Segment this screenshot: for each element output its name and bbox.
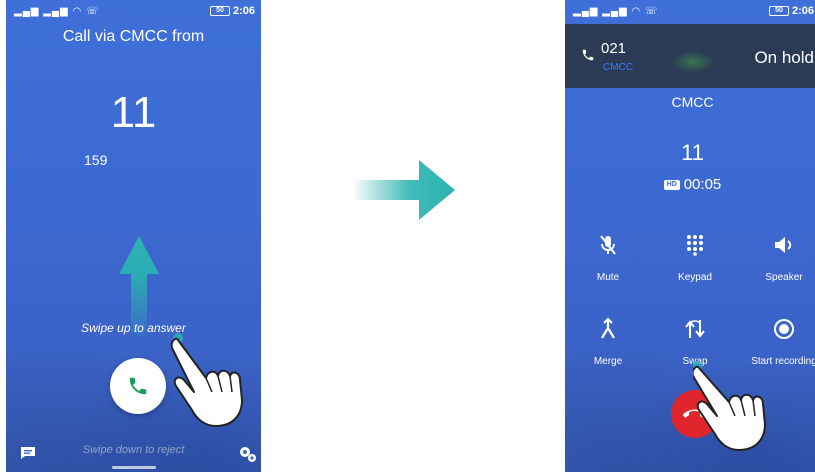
on-hold-status: On hold bbox=[754, 48, 814, 67]
status-bar: ▂▄▆ ▂▄▆ ◠ ☏ 50 2:06 bbox=[12, 4, 255, 20]
keypad-label: Keypad bbox=[678, 272, 712, 283]
home-indicator bbox=[112, 466, 156, 469]
speaker-icon bbox=[775, 237, 792, 253]
mute-button[interactable]: Mute bbox=[573, 232, 643, 283]
keypad-button[interactable]: Keypad bbox=[660, 232, 730, 283]
call-duration: HD 00:05 bbox=[565, 176, 815, 193]
record-icon bbox=[774, 319, 794, 339]
hand-pointer-icon bbox=[693, 361, 766, 451]
status-bar: ▂▄▆ ▂▄▆ ◠ ☏ 50 2:06 bbox=[571, 4, 814, 20]
mute-icon bbox=[600, 235, 616, 255]
call-timer: 00:05 bbox=[683, 176, 722, 193]
hd-voice-icon: HD bbox=[663, 180, 680, 191]
status-right: 50 2:06 bbox=[209, 5, 255, 18]
merge-label: Merge bbox=[593, 356, 623, 367]
caller-sub-number: 159 bbox=[84, 152, 108, 168]
in-call-screen: ▂▄▆ ▂▄▆ ◠ ☏ 50 2:06 021 CMCC On hold CMCC… bbox=[565, 0, 815, 472]
answer-button[interactable] bbox=[110, 358, 166, 414]
swipe-down-hint: Swipe down to reject bbox=[82, 444, 185, 456]
active-call-number: 11 bbox=[681, 140, 704, 165]
mute-label: Mute bbox=[596, 272, 620, 283]
swap-icon bbox=[685, 320, 705, 338]
status-time: 2:06 bbox=[791, 5, 814, 18]
right-arrow-icon bbox=[355, 160, 455, 220]
signal-wifi-icons: ▂▄▆ ▂▄▆ ◠ ☏ bbox=[573, 6, 659, 17]
signal-wifi-icons: ▂▄▆ ▂▄▆ ◠ ☏ bbox=[14, 6, 100, 17]
hand-pointer-icon bbox=[170, 333, 243, 427]
call-via-label: Call via CMCC from bbox=[62, 28, 205, 45]
held-call-number: 021 bbox=[601, 40, 627, 57]
settings-icon[interactable] bbox=[238, 444, 258, 464]
incoming-call-screen: ▂▄▆ ▂▄▆ ◠ ☏ 50 2:06 Call via CMCC from 11… bbox=[6, 0, 261, 472]
held-call-carrier: CMCC bbox=[603, 62, 633, 73]
keypad-icon bbox=[687, 235, 703, 256]
call-hold-icon bbox=[582, 49, 594, 61]
speaker-button[interactable]: Speaker bbox=[749, 232, 815, 283]
held-call-avatar bbox=[673, 52, 713, 72]
incoming-number: 11 bbox=[110, 88, 157, 137]
battery-icon: 50 bbox=[209, 6, 230, 17]
on-hold-call-bar[interactable]: 021 CMCC On hold bbox=[565, 24, 815, 88]
status-time: 2:06 bbox=[232, 5, 255, 18]
carrier-name: CMCC bbox=[671, 94, 714, 110]
merge-button[interactable]: Merge bbox=[573, 316, 643, 367]
phone-icon bbox=[129, 377, 147, 395]
battery-icon: 50 bbox=[768, 6, 789, 17]
merge-icon bbox=[601, 318, 615, 339]
status-right: 50 2:06 bbox=[768, 5, 814, 18]
speaker-label: Speaker bbox=[765, 272, 803, 283]
